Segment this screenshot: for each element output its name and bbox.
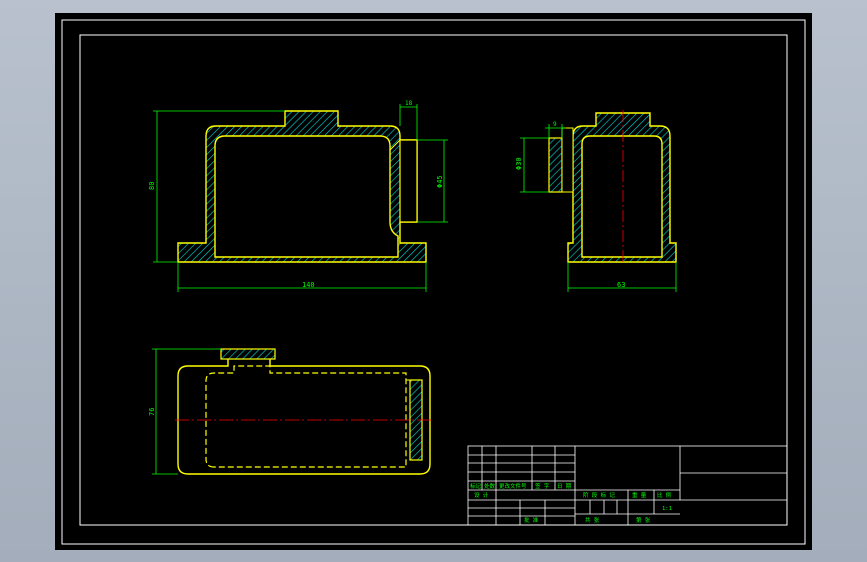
- dim-dia-45: Φ45: [436, 175, 444, 188]
- model-space: [55, 13, 812, 550]
- tb-change-doc: 更改文件号: [499, 482, 527, 490]
- plan-top-boss: [220, 348, 276, 360]
- tb-sheet-no: 第 张: [636, 516, 651, 524]
- cad-drawing-canvas[interactable]: 140 80 18 Φ45 63 9 Φ30 76 标记 处数 更改文件号 签 …: [0, 0, 867, 562]
- tb-stage: 阶 段 标 记: [583, 491, 615, 499]
- tb-weight: 重 量: [632, 491, 647, 499]
- tb-date: 日 期: [557, 483, 572, 490]
- tb-designer: 设 计: [474, 491, 489, 499]
- dim-height-80: 80: [148, 182, 156, 190]
- dim-small-9: 9: [553, 121, 557, 128]
- tb-ratio-label: 比 例: [657, 491, 672, 499]
- dim-width-140: 140: [302, 281, 315, 289]
- tb-count: 处数: [484, 482, 496, 490]
- dim-dia-30: Φ30: [515, 157, 523, 170]
- tb-scale: 1:1: [662, 506, 672, 512]
- front-cavity: [214, 135, 399, 258]
- tb-approve: 批 准: [524, 516, 539, 524]
- side-cavity: [581, 135, 663, 258]
- front-bore: [399, 139, 418, 223]
- tb-sign: 签 字: [535, 482, 550, 490]
- dim-height-76: 76: [148, 408, 156, 416]
- side-boss-neck: [561, 127, 574, 193]
- dim-width-63: 63: [617, 281, 625, 289]
- tb-mark: 标记: [470, 482, 482, 490]
- side-boss: [548, 137, 563, 193]
- tb-sheet-total: 共 张: [585, 516, 600, 524]
- dim-top-18: 18: [405, 100, 413, 107]
